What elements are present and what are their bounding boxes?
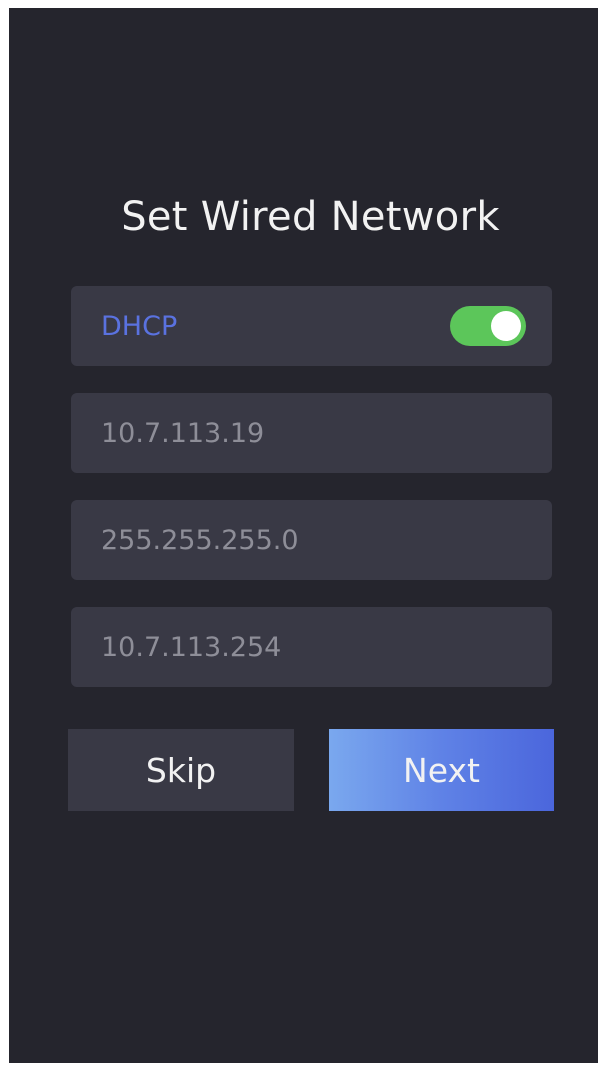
next-button[interactable]: Next: [329, 729, 554, 811]
dhcp-label: DHCP: [101, 310, 178, 342]
subnet-mask-field[interactable]: 255.255.255.0: [71, 500, 552, 580]
toggle-knob: [491, 311, 521, 341]
next-button-label: Next: [403, 750, 480, 790]
wired-network-setup-screen: Set Wired Network DHCP 10.7.113.19 255.2…: [9, 8, 598, 1063]
subnet-mask-value: 255.255.255.0: [101, 524, 299, 556]
dhcp-row: DHCP: [71, 286, 552, 366]
gateway-value: 10.7.113.254: [101, 631, 282, 663]
page-title: Set Wired Network: [121, 194, 500, 240]
dhcp-toggle[interactable]: [450, 306, 526, 346]
ip-address-value: 10.7.113.19: [101, 417, 265, 449]
skip-button-label: Skip: [145, 750, 217, 790]
gateway-field[interactable]: 10.7.113.254: [71, 607, 552, 687]
ip-address-field[interactable]: 10.7.113.19: [71, 393, 552, 473]
skip-button[interactable]: Skip: [68, 729, 294, 811]
